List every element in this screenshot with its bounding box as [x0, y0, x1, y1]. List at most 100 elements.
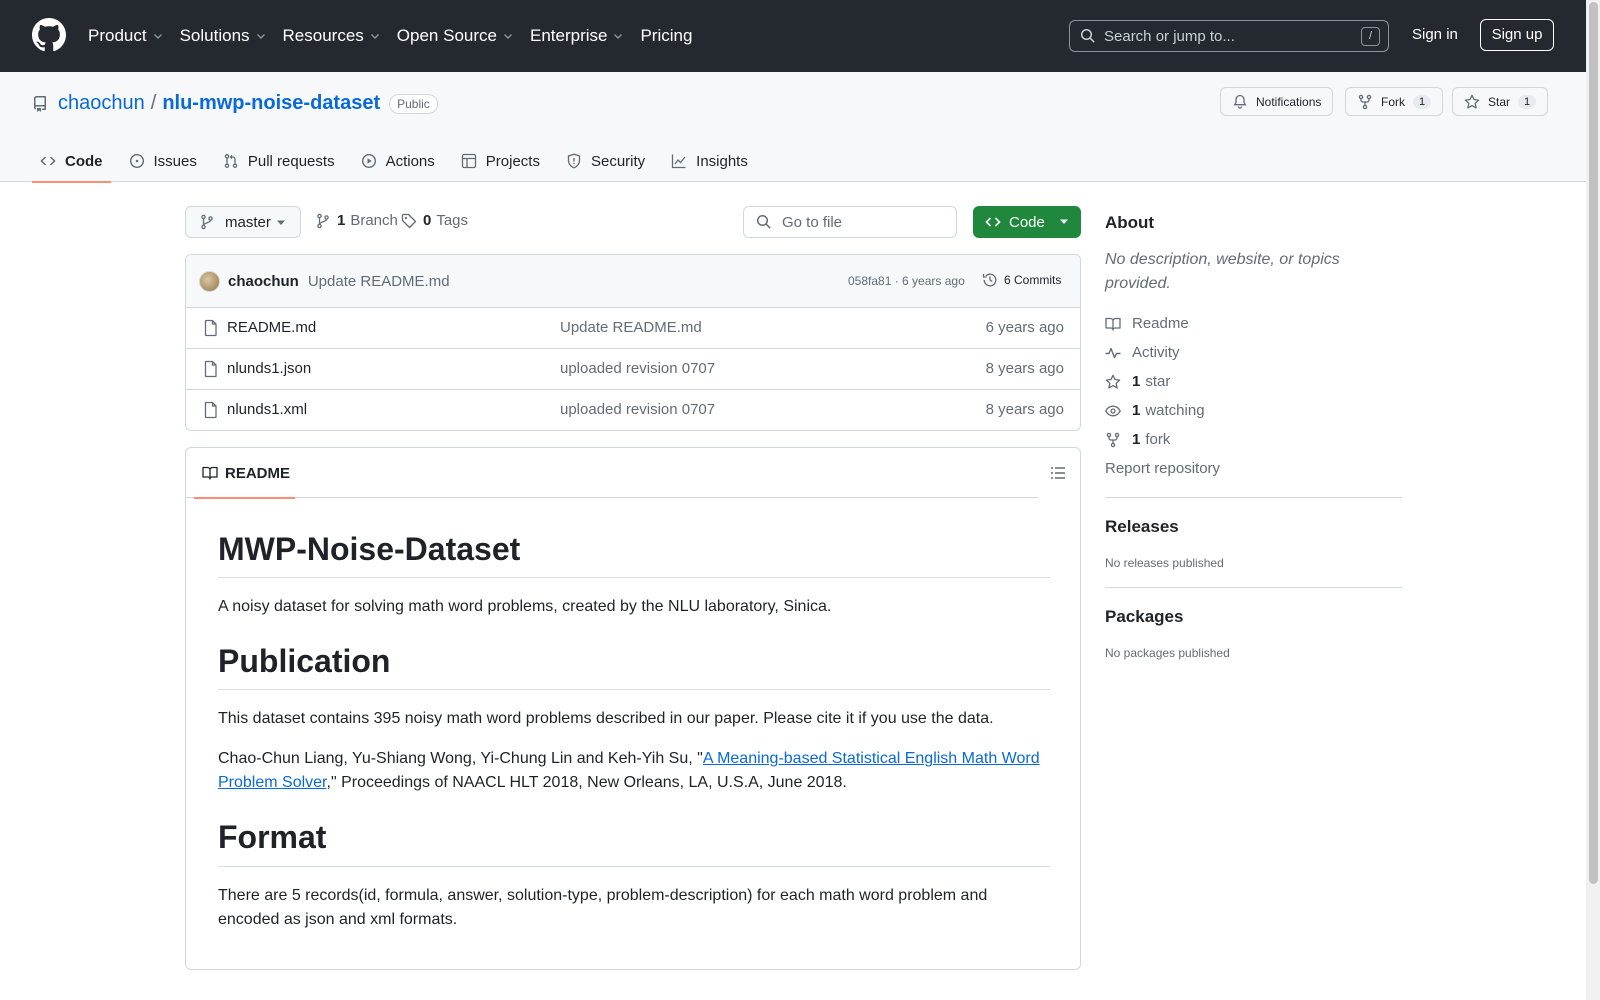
citation-suffix: ," Proceedings of NAACL HLT 2018, New Or… — [326, 774, 847, 792]
nav-pricing[interactable]: Pricing — [640, 26, 692, 46]
file-commit-message[interactable]: Update README.md — [560, 319, 702, 336]
forks-link[interactable]: 1 fork — [1105, 425, 1402, 454]
readme-tab-bar: README — [186, 448, 1038, 499]
file-name-link[interactable]: nlunds1.xml — [227, 401, 307, 418]
readme-tab-label: README — [225, 464, 291, 482]
caret-down-icon — [277, 220, 285, 225]
avatar[interactable] — [199, 270, 220, 292]
notifications-label: Notifications — [1256, 94, 1322, 109]
caret-down-icon — [1060, 219, 1068, 224]
nav-resources[interactable]: Resources — [283, 26, 381, 46]
nav-label: Solutions — [179, 26, 250, 45]
nav-label: Open Source — [396, 26, 497, 45]
github-logo-icon[interactable] — [32, 18, 66, 52]
readme-citation: Chao-Chun Liang, Yu-Shiang Wong, Yi-Chun… — [218, 747, 1050, 795]
pull-request-icon — [224, 154, 238, 168]
forks-label: fork — [1145, 431, 1171, 448]
file-age: 8 years ago — [985, 401, 1064, 418]
play-icon — [361, 153, 376, 169]
tab-insights[interactable]: Insights — [663, 140, 756, 182]
tab-label: Projects — [485, 152, 540, 170]
tab-label: Security — [590, 152, 646, 170]
commits-history-link[interactable]: 6 Commits — [982, 272, 1061, 288]
sign-up-button[interactable]: Sign up — [1480, 19, 1554, 51]
star-count: 1 — [1518, 94, 1537, 109]
readme-heading-format: Format — [218, 795, 1050, 867]
file-row[interactable]: README.md Update README.md 6 years ago — [186, 308, 1080, 349]
tag-count: 0 — [423, 212, 432, 229]
code-icon — [985, 217, 1001, 227]
tab-code[interactable]: Code — [32, 140, 111, 183]
activity-link-label: Activity — [1132, 344, 1180, 361]
latest-commit-bar: chaochun Update README.md 058fa81 · 6 ye… — [186, 255, 1080, 308]
readme-tab[interactable]: README — [194, 448, 295, 499]
branch-selector[interactable]: master — [185, 206, 301, 238]
chevron-down-icon — [503, 34, 512, 39]
commit-message-link[interactable]: Update README.md — [308, 273, 450, 290]
nav-enterprise[interactable]: Enterprise — [530, 26, 624, 46]
nav-open-source[interactable]: Open Source — [397, 26, 514, 46]
fork-icon — [1106, 432, 1120, 447]
nav-label: Enterprise — [529, 26, 608, 45]
nav-solutions[interactable]: Solutions — [180, 26, 267, 46]
sign-in-link[interactable]: Sign in — [1412, 26, 1458, 43]
bell-icon — [1233, 94, 1247, 109]
notifications-button[interactable]: Notifications — [1220, 87, 1334, 116]
book-icon — [1105, 317, 1121, 331]
shield-icon — [567, 153, 581, 169]
commit-author-link[interactable]: chaochun — [228, 273, 299, 290]
readme-panel: README MWP-Noise-Dataset A noisy dataset… — [185, 447, 1081, 970]
readme-link-label: Readme — [1132, 315, 1189, 332]
report-repository-link[interactable]: Report repository — [1105, 454, 1402, 483]
activity-link[interactable]: Activity — [1105, 338, 1402, 367]
star-button[interactable]: Star 1 — [1452, 87, 1549, 116]
file-name-link[interactable]: nlunds1.json — [227, 360, 311, 377]
repo-name-link[interactable]: nlu-mwp-noise-dataset — [162, 92, 380, 115]
file-name-link[interactable]: README.md — [227, 319, 316, 336]
issue-opened-icon — [129, 153, 144, 169]
stars-link[interactable]: 1 star — [1105, 367, 1402, 396]
global-search-input[interactable]: Search or jump to... / — [1069, 20, 1389, 52]
stars-count: 1 — [1132, 373, 1141, 390]
file-row[interactable]: nlunds1.xml uploaded revision 0707 8 yea… — [186, 390, 1080, 430]
tab-projects[interactable]: Projects — [453, 140, 548, 182]
tab-pull-requests[interactable]: Pull requests — [215, 140, 343, 182]
fork-icon — [1358, 94, 1372, 109]
branches-link[interactable]: 1 Branch — [315, 212, 398, 229]
releases-empty-text: No releases published — [1105, 556, 1224, 570]
star-icon — [1464, 94, 1480, 109]
page-scrollbar[interactable] — [1586, 0, 1600, 1000]
packages-heading[interactable]: Packages — [1105, 607, 1402, 627]
file-commit-message[interactable]: uploaded revision 0707 — [560, 401, 715, 418]
releases-heading[interactable]: Releases — [1105, 517, 1402, 537]
file-list: chaochun Update README.md 058fa81 · 6 ye… — [185, 254, 1081, 431]
file-row[interactable]: nlunds1.json uploaded revision 0707 8 ye… — [186, 349, 1080, 390]
graph-icon — [672, 154, 686, 169]
watchers-link[interactable]: 1 watching — [1105, 396, 1402, 425]
code-download-button[interactable]: Code — [973, 206, 1081, 238]
history-icon — [982, 273, 997, 287]
file-commit-message[interactable]: uploaded revision 0707 — [560, 360, 715, 377]
search-shortcut-key: / — [1361, 27, 1380, 46]
star-label: Star — [1488, 94, 1511, 109]
go-to-file-placeholder: Go to file — [782, 213, 843, 231]
nav-label: Pricing — [640, 26, 693, 45]
tab-security[interactable]: Security — [558, 140, 653, 182]
repo-owner-link[interactable]: chaochun — [58, 92, 145, 115]
readme-link[interactable]: Readme — [1105, 309, 1402, 338]
nav-label: Product — [88, 26, 147, 45]
file-icon — [204, 319, 217, 337]
fork-button[interactable]: Fork 1 — [1345, 87, 1444, 116]
scrollbar-thumb[interactable] — [1589, 2, 1598, 884]
watching-label: watching — [1145, 402, 1205, 419]
commit-sha-age[interactable]: 058fa81 · 6 years ago — [848, 274, 965, 288]
code-icon — [40, 156, 56, 166]
readme-publication-text: This dataset contains 395 noisy math wor… — [218, 710, 994, 728]
tab-actions[interactable]: Actions — [353, 140, 443, 182]
outline-list-icon[interactable] — [1050, 465, 1066, 481]
tags-link[interactable]: 0 Tags — [401, 212, 468, 229]
tab-label: Code — [65, 152, 103, 170]
tab-issues[interactable]: Issues — [121, 140, 205, 182]
go-to-file-input[interactable]: Go to file — [743, 206, 957, 238]
nav-product[interactable]: Product — [88, 26, 164, 46]
